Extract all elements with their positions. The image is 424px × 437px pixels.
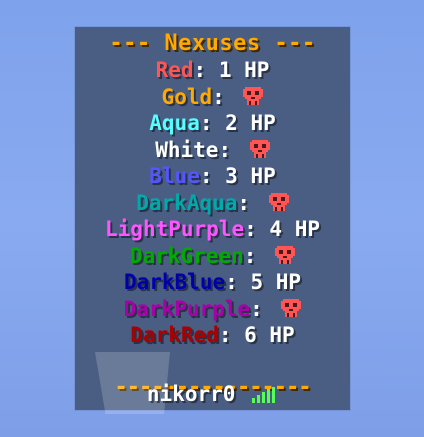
team-name: DarkRed xyxy=(130,323,219,347)
team-separator: : xyxy=(218,323,232,347)
nexus-hp: 2 HP xyxy=(225,111,276,135)
scoreboard-title: --- Nexuses --- xyxy=(109,31,316,56)
team-separator: : xyxy=(218,137,232,162)
team-name: DarkGreen xyxy=(129,243,244,268)
team-name: DarkPurple xyxy=(123,296,251,321)
team-row-blue: Blue: 3 HP xyxy=(75,163,350,190)
nexus-hp: 1 HP xyxy=(218,58,270,82)
skull-icon xyxy=(249,139,270,160)
team-separator: : xyxy=(199,111,213,135)
team-row-darkaqua: DarkAqua: xyxy=(75,190,350,217)
team-row-darkgreen: DarkGreen: xyxy=(75,243,350,270)
nexus-hp: 5 HP xyxy=(250,270,302,294)
team-row-red: Red: 1 HP xyxy=(75,57,350,84)
nexus-hp: 6 HP xyxy=(244,323,295,347)
team-list: Red: 1 HP Gold: Aqua: 2 HP White: Blue: … xyxy=(75,57,350,349)
team-separator: : xyxy=(199,164,213,188)
team-name: Red xyxy=(155,58,194,82)
team-row-gold: Gold: xyxy=(75,84,350,111)
team-name: White xyxy=(155,137,219,162)
team-separator: : xyxy=(212,84,225,109)
team-name: Gold xyxy=(161,84,213,109)
team-name: DarkBlue xyxy=(123,270,226,294)
skull-icon xyxy=(281,298,302,319)
scoreboard-panel: --- Nexuses --- Red: 1 HP Gold: Aqua: 2 … xyxy=(75,27,350,414)
team-row-darkblue: DarkBlue: 5 HP xyxy=(75,269,350,296)
team-name: LightPurple xyxy=(105,217,245,241)
team-row-aqua: Aqua: 2 HP xyxy=(75,110,350,137)
team-separator: : xyxy=(243,243,257,268)
player-name: nikorr0 xyxy=(146,382,236,406)
team-separator: : xyxy=(250,296,263,321)
nexus-hp: 4 HP xyxy=(269,217,320,241)
team-name: DarkAqua xyxy=(136,190,238,215)
skull-icon xyxy=(275,245,296,266)
team-separator: : xyxy=(237,190,251,215)
team-name: Aqua xyxy=(149,111,200,135)
team-separator: : xyxy=(244,217,257,241)
team-name: Blue xyxy=(149,164,200,188)
player-entry: nikorr0 xyxy=(75,382,350,406)
skull-icon xyxy=(243,86,264,107)
team-row-darkpurple: DarkPurple: xyxy=(75,296,350,323)
team-separator: : xyxy=(225,270,238,294)
team-row-white: White: xyxy=(75,137,350,164)
signal-bars-icon xyxy=(252,387,276,403)
skull-icon xyxy=(268,192,289,213)
team-separator: : xyxy=(193,58,207,82)
team-row-darkred: DarkRed: 6 HP xyxy=(75,322,350,349)
nexus-hp: 3 HP xyxy=(225,164,276,188)
team-row-lightpurple: LightPurple: 4 HP xyxy=(75,216,350,243)
